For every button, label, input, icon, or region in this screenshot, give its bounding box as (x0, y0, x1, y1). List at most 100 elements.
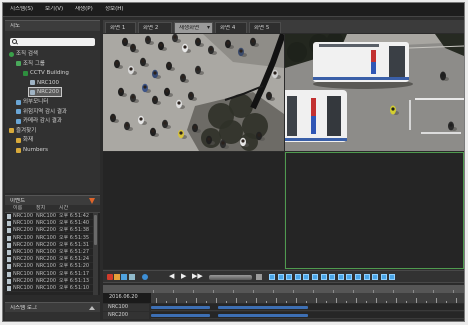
tree-item[interactable]: 조직 검색 (8, 50, 40, 58)
event-row[interactable]: NRC100 NRC100 오후 6:51:27 (5, 249, 93, 256)
column-device[interactable]: 장치 (36, 205, 45, 212)
layout-10-icon[interactable] (312, 274, 318, 280)
event-device: NRC100 (36, 213, 56, 219)
tree-item[interactable]: CCTV Building (22, 69, 71, 77)
camera-icon (7, 235, 11, 241)
step-forward-icon[interactable]: ▶▶ (192, 272, 203, 281)
layout-36-icon[interactable] (355, 274, 361, 280)
speed-slider[interactable] (209, 275, 252, 280)
export-icon[interactable] (121, 274, 127, 280)
layout-8-icon[interactable] (294, 274, 301, 280)
tree-item[interactable]: 조직 그룹 (15, 60, 47, 68)
event-row[interactable]: NRC200 NRC200 오후 6:51:38 (5, 227, 93, 235)
timeline-channel-label[interactable]: NRC100 (103, 304, 149, 311)
tab-3[interactable]: 재생화면 ▾ (174, 22, 213, 33)
tree-item[interactable]: 외부모니터 (15, 98, 50, 106)
chevron-up-icon[interactable] (89, 306, 95, 310)
tab-menu-icon[interactable]: ▾ (207, 24, 210, 32)
event-row[interactable]: NRC100 NRC100 오후 6:51:10 (5, 285, 93, 292)
sync-icon[interactable] (142, 274, 148, 280)
event-row[interactable]: NRC100 NRC100 오후 6:51:42 (5, 213, 93, 220)
layout-9-icon[interactable] (303, 274, 310, 280)
video-cell-2[interactable] (285, 34, 464, 151)
recording-segment[interactable] (218, 314, 308, 317)
event-row[interactable]: NRC200 NRC200 오후 6:51:24 (5, 256, 93, 264)
timeline-tick (356, 298, 357, 303)
person-head (123, 39, 127, 43)
sequence-icon[interactable] (372, 274, 379, 280)
video-cell-3[interactable] (103, 152, 284, 269)
play-icon[interactable]: ▶ (181, 272, 186, 281)
step-back-icon[interactable]: ◀ (169, 272, 174, 281)
layout-13-icon[interactable] (320, 274, 327, 280)
layout-6-icon[interactable] (286, 274, 293, 280)
tree-item[interactable]: 카메라 감시 결과 (15, 117, 64, 125)
event-row[interactable]: NRC100 NRC100 오후 6:51:20 (5, 263, 93, 271)
fullscreen-icon[interactable] (363, 274, 370, 280)
menu-playback[interactable]: 재생(P) (75, 6, 93, 13)
person-head (183, 45, 187, 49)
timeline-tick (406, 301, 407, 303)
prev-page-icon[interactable] (380, 274, 387, 280)
event-row[interactable]: NRC200 NRC200 오후 6:51:13 (5, 278, 93, 285)
recording-segment[interactable] (218, 306, 308, 309)
event-row[interactable]: NRC100 NRC100 오후 6:51:40 (5, 220, 93, 228)
tab-5[interactable]: 화면 5 (249, 22, 281, 33)
event-scrollbar-thumb[interactable] (94, 215, 97, 245)
timeline-track[interactable] (151, 304, 464, 311)
layout-16-icon[interactable] (329, 274, 336, 280)
column-time[interactable]: 시간 (59, 205, 68, 212)
timeline-channel-label[interactable]: NRC200 (103, 312, 149, 319)
menu-system[interactable]: 시스템(S) (10, 6, 33, 13)
timeline-date[interactable]: 2016.06.20 (103, 293, 151, 303)
event-name: NRC100 (13, 234, 33, 241)
layout-4-icon[interactable] (277, 274, 284, 280)
menu-info[interactable]: 정보(H) (105, 6, 124, 13)
event-time: 오후 6:51:10 (59, 285, 90, 291)
layout-20-icon[interactable] (337, 274, 344, 280)
snapshot-icon[interactable] (114, 274, 120, 280)
layout-1-icon[interactable] (269, 274, 275, 280)
vms-window: 시스템(S) 보기(V) 재생(P) 정보(H) 지도 조직 검색조직 그룹 CC… (2, 2, 465, 322)
menu-view[interactable]: 보기(V) (45, 6, 63, 13)
log-panel-header[interactable]: 시스템 로그 (5, 302, 100, 312)
timeline-ruler[interactable] (103, 285, 464, 293)
audio-icon[interactable] (256, 274, 262, 280)
next-page-icon[interactable] (389, 274, 396, 280)
event-row[interactable]: NRC100 NRC100 오후 6:51:17 (5, 271, 93, 278)
layout-25-icon[interactable] (346, 274, 353, 280)
event-device: NRC200 (36, 256, 56, 263)
tab-4[interactable]: 화면 4 (215, 22, 247, 33)
person-head (189, 93, 193, 97)
tree-item[interactable]: NRC100 (29, 79, 61, 87)
video-cell-1[interactable] (103, 34, 284, 151)
search-icon[interactable] (12, 39, 17, 44)
tree-item-label: 외부모니터 (23, 99, 49, 105)
recording-segment[interactable] (151, 314, 210, 317)
event-name: NRC200 (13, 256, 33, 263)
timeline-track[interactable] (151, 312, 464, 319)
video-cell-4[interactable] (285, 152, 464, 269)
tab-2[interactable]: 화면 2 (138, 22, 172, 33)
event-row[interactable]: NRC100 NRC100 오후 6:51:35 (5, 235, 93, 242)
alert-icon[interactable] (89, 198, 95, 204)
event-panel-header[interactable]: 이벤트 (5, 195, 100, 205)
timeline-date-label: 2016.06.20 (109, 294, 138, 300)
search-input[interactable] (10, 38, 95, 46)
event-row[interactable]: NRC200 NRC200 오후 6:51:31 (5, 242, 93, 249)
tree-item[interactable]: Numbers (15, 146, 50, 154)
tree-item[interactable]: NRC200 (28, 87, 62, 98)
timeline-scale[interactable] (151, 293, 464, 303)
person-head (177, 101, 181, 105)
tree-item[interactable]: 화재 (15, 136, 35, 144)
timeline-tick (426, 301, 427, 303)
record-icon[interactable] (107, 274, 113, 280)
column-name[interactable]: 이름 (13, 205, 22, 212)
bookmark-icon[interactable] (129, 274, 135, 280)
tree-item[interactable]: 즐겨찾기 (8, 127, 38, 135)
tree-item[interactable]: 위험지역 감시 결과 (15, 108, 69, 116)
map-panel-header[interactable]: 지도 (5, 20, 100, 31)
tab-1[interactable]: 화면 1 (105, 22, 136, 33)
timeline-tick (326, 301, 327, 303)
recording-segment[interactable] (151, 306, 210, 309)
